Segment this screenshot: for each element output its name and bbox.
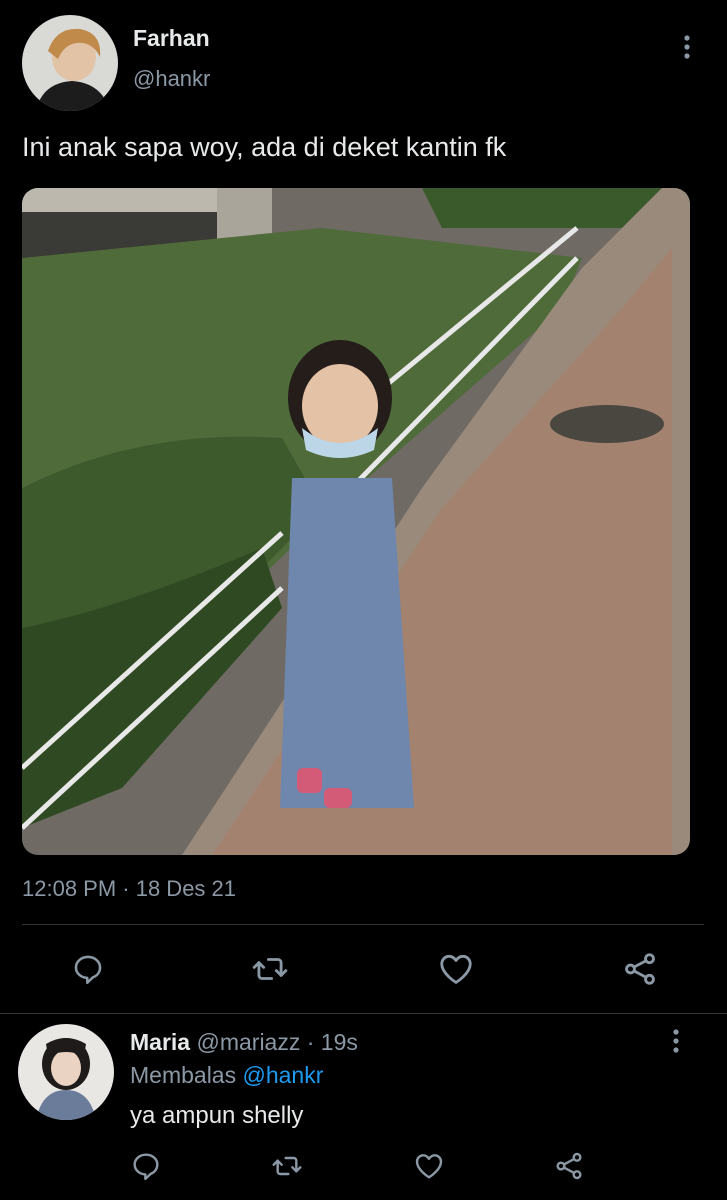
reply-author-handle[interactable]: @mariazz <box>196 1029 300 1055</box>
author-handle[interactable]: @hankr <box>133 66 210 92</box>
photo-of-girl-icon <box>22 188 690 855</box>
reply-author-avatar[interactable] <box>18 1024 114 1120</box>
retweet-icon[interactable] <box>250 950 290 988</box>
divider-top <box>22 924 704 925</box>
reply-reply-icon[interactable] <box>130 1150 162 1182</box>
author-avatar[interactable] <box>22 15 118 111</box>
author-name[interactable]: Farhan <box>133 25 210 52</box>
like-icon[interactable] <box>436 950 476 988</box>
tweet-text: Ini anak sapa woy, ada di deket kantin f… <box>22 132 507 162</box>
tweet-timestamp[interactable]: 12:08 PM · 18 Des 21 <box>22 876 236 902</box>
tweet-photo[interactable] <box>22 188 690 855</box>
replying-to-prefix: Membalas <box>130 1062 237 1088</box>
reply-author-name[interactable]: Maria <box>130 1029 190 1055</box>
reply-text: ya ampun shelly <box>130 1102 304 1129</box>
reply-age[interactable]: 19s <box>321 1029 358 1055</box>
more-options-icon[interactable] <box>678 34 696 62</box>
divider-bottom <box>0 1013 727 1014</box>
replying-to-handle[interactable]: @hankr <box>243 1062 324 1088</box>
reply-more-options-icon[interactable] <box>667 1028 685 1056</box>
reply-header: Maria @mariazz · 19s <box>130 1029 358 1056</box>
replying-to-line: Membalas @hankr <box>130 1062 323 1089</box>
reply-like-icon[interactable] <box>412 1150 446 1182</box>
reply-share-icon[interactable] <box>552 1150 586 1182</box>
reply-retweet-icon[interactable] <box>270 1150 304 1182</box>
share-icon[interactable] <box>620 950 660 988</box>
reply-icon[interactable] <box>70 952 106 986</box>
reply-separator: · <box>306 1029 315 1055</box>
